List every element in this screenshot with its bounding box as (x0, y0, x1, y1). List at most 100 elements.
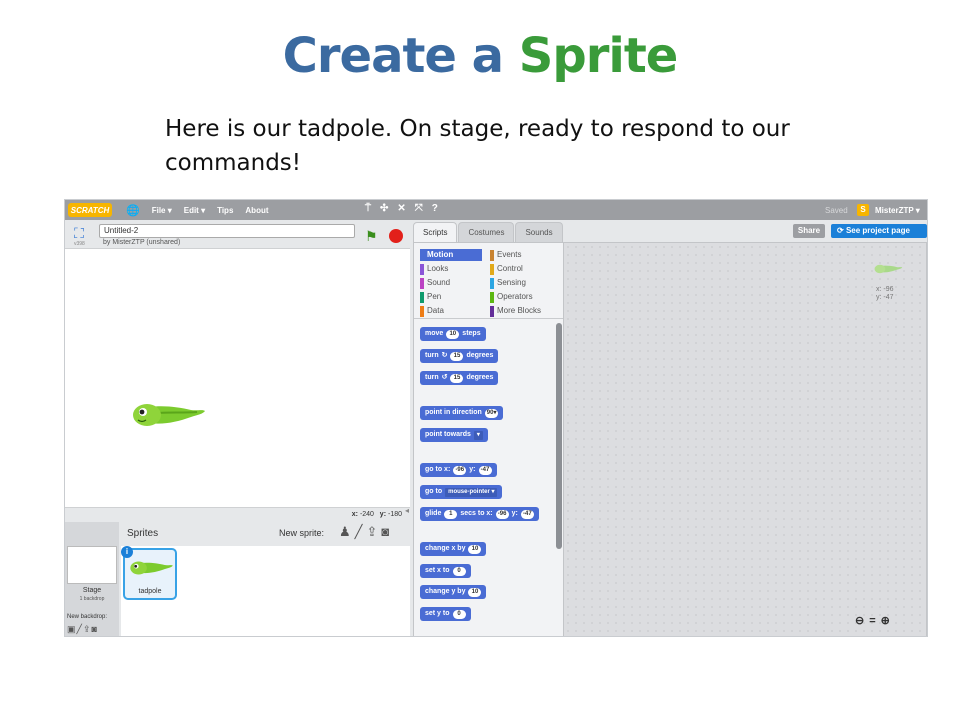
block-turn-left[interactable]: turn ↺ 15 degrees (420, 371, 499, 385)
category-sensing[interactable]: Sensing (490, 277, 560, 289)
slide-subtitle: Here is our tadpole. On stage, ready to … (165, 116, 790, 176)
sprite-paint-icon[interactable]: ╱ (355, 524, 367, 539)
sprite-y: y: -47 (876, 294, 894, 301)
sprite-upload-icon[interactable]: ⇪ (366, 524, 381, 539)
block-input[interactable]: 15 (450, 351, 464, 361)
block-input[interactable]: 15 (450, 373, 464, 383)
menu-about[interactable]: About (245, 206, 268, 215)
category-looks[interactable]: Looks (420, 263, 482, 275)
sprite-camera-icon[interactable]: ◙ (381, 524, 393, 539)
block-input[interactable]: 10 (468, 544, 482, 554)
duplicate-stamp-icon[interactable]: ⍑ (365, 203, 371, 214)
category-sound[interactable]: Sound (420, 277, 482, 289)
zoom-out-icon[interactable]: ⊖ (855, 615, 869, 627)
sprite-x: x: -96 (876, 286, 894, 293)
info-icon[interactable]: i (121, 546, 133, 558)
stage-thumbnail[interactable] (67, 546, 117, 584)
new-backdrop-label: New backdrop: (67, 614, 108, 620)
backdrop-library-icon[interactable]: ▣ (67, 624, 77, 634)
scripts-area[interactable] (563, 242, 927, 636)
project-title-input[interactable]: Untitled-2 (99, 224, 355, 238)
category-label: Sensing (497, 278, 526, 287)
menu-tips[interactable]: Tips (217, 206, 233, 215)
tab-costumes[interactable]: Costumes (458, 222, 515, 242)
block-dropdown[interactable]: ▾ (473, 430, 483, 440)
delete-cut-icon[interactable]: ✣ (380, 203, 388, 214)
category-events[interactable]: Events (490, 249, 560, 261)
sprites-label: Sprites (127, 528, 159, 539)
block-text: glide (425, 510, 442, 517)
share-button[interactable]: Share (793, 224, 825, 238)
block-dropdown[interactable]: mouse-pointer ▾ (445, 487, 498, 497)
tab-scripts[interactable]: Scripts (413, 222, 458, 242)
block-input[interactable]: 0 (452, 609, 466, 619)
category-label: Pen (427, 292, 442, 301)
category-label: Motion (427, 250, 454, 259)
block-move-steps[interactable]: move 10 steps (420, 327, 486, 341)
palette-scrollbar[interactable] (556, 323, 562, 549)
block-input[interactable]: -47 (520, 509, 534, 519)
zoom-in-icon[interactable]: ⊕ (881, 615, 895, 627)
backdrop-camera-icon[interactable]: ◙ (91, 624, 97, 634)
block-input[interactable]: 10 (446, 329, 460, 339)
category-color-bar (490, 278, 494, 289)
block-text: point in direction (425, 409, 482, 416)
green-flag-icon[interactable]: ⚑ (365, 228, 378, 245)
slide-title: Create a Sprite (0, 28, 960, 84)
collapse-arrow-icon[interactable]: ◂ (405, 506, 409, 515)
help-icon[interactable]: ? (432, 203, 438, 214)
category-label: Sound (427, 278, 451, 287)
stage-label: Stage (82, 587, 102, 594)
sprite-card-tadpole[interactable]: i tadpole (121, 546, 177, 600)
my-stuff-icon[interactable]: S (857, 204, 869, 216)
rotate-right-icon: ↻ (441, 352, 448, 359)
block-text: steps (462, 330, 481, 337)
user-menu[interactable]: MisterZTP ▾ (875, 206, 920, 215)
category-more-blocks[interactable]: More Blocks (490, 305, 560, 317)
coords-y: -180 (387, 511, 402, 518)
shrink-icon[interactable]: ⤧ (415, 203, 423, 214)
scratch-logo[interactable]: SCRATCH (68, 203, 112, 217)
block-input[interactable]: -96 (453, 465, 467, 475)
editor-tabs: Scripts Costumes Sounds (413, 222, 564, 242)
block-glide[interactable]: glide 1 secs to x: -96 y: -47 (420, 507, 539, 521)
tadpole-sprite[interactable] (129, 399, 207, 431)
block-point-towards[interactable]: point towards ▾ (420, 428, 488, 442)
zoom-reset-icon[interactable]: = (869, 615, 880, 627)
category-label: Looks (427, 264, 449, 273)
block-set-x[interactable]: set x to 0 (420, 564, 471, 578)
block-change-x[interactable]: change x by 10 (420, 542, 487, 556)
coords-y-label: y: (379, 511, 387, 518)
title-part-create: Create a (282, 28, 504, 84)
category-operators[interactable]: Operators (490, 291, 560, 303)
sprite-library-icon[interactable]: ♟ (339, 524, 355, 539)
block-input[interactable]: 0 (452, 566, 466, 576)
block-set-y[interactable]: set y to 0 (420, 607, 471, 621)
block-input[interactable]: 1 (444, 509, 458, 519)
globe-icon[interactable]: 🌐 (126, 204, 140, 217)
block-go-to-xy[interactable]: go to x: -96 y: -47 (420, 463, 497, 477)
block-palette: Motion Looks Sound Pen Data Events Contr… (413, 242, 565, 636)
block-point-in-direction[interactable]: point in direction 90▾ (420, 406, 504, 420)
see-project-page-button[interactable]: ⟳ See project page (831, 224, 927, 238)
grow-icon[interactable]: ✕ (397, 203, 405, 214)
category-pen[interactable]: Pen (420, 291, 482, 303)
menu-file[interactable]: File ▾ (152, 206, 172, 215)
stage[interactable] (65, 248, 410, 508)
menu-edit[interactable]: Edit ▾ (184, 206, 205, 215)
category-color-bar (420, 306, 424, 317)
stop-icon[interactable] (389, 229, 403, 243)
block-input[interactable]: 90▾ (484, 408, 499, 418)
stage-backdrop-count: 1 backdrop (79, 596, 105, 602)
block-input[interactable]: 10 (468, 587, 482, 597)
block-input[interactable]: -47 (478, 465, 492, 475)
new-sprite-icons: ♟╱⇪◙ (339, 524, 393, 540)
block-input[interactable]: -96 (495, 509, 509, 519)
block-change-y[interactable]: change y by 10 (420, 585, 487, 599)
category-data[interactable]: Data (420, 305, 482, 317)
block-go-to[interactable]: go to mouse-pointer ▾ (420, 485, 503, 499)
block-turn-right[interactable]: turn ↻ 15 degrees (420, 349, 499, 363)
category-control[interactable]: Control (490, 263, 560, 275)
tab-sounds[interactable]: Sounds (515, 222, 563, 242)
category-motion[interactable]: Motion (420, 249, 482, 261)
